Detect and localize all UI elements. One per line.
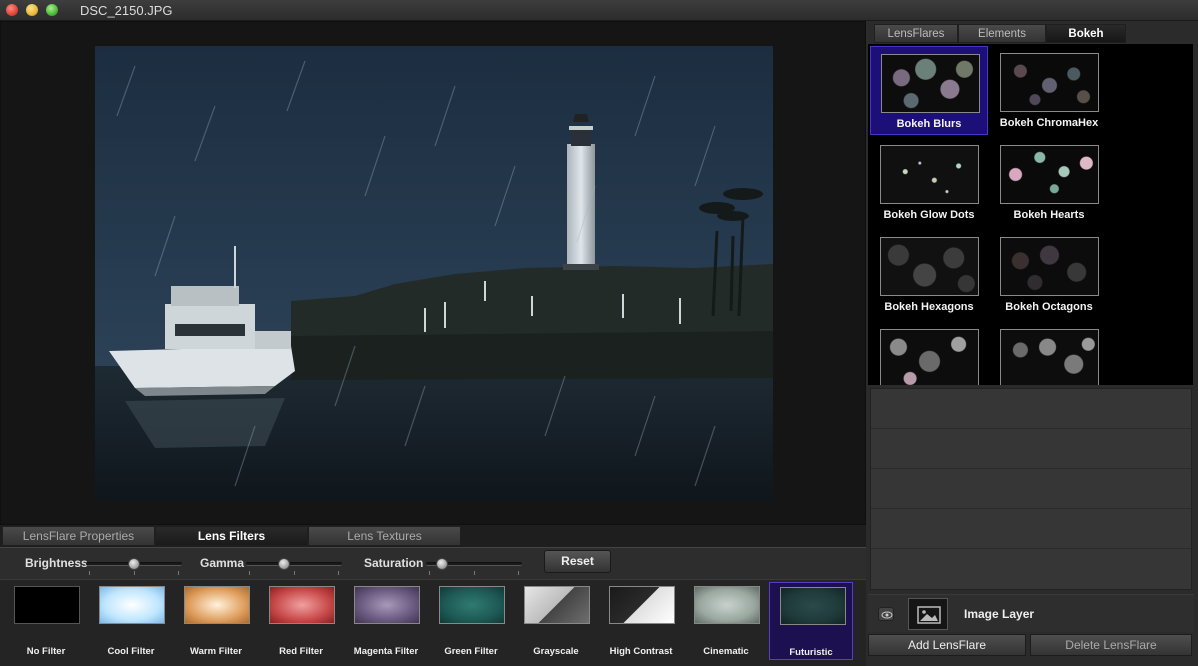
delete-lensflare-button[interactable]: Delete LensFlare — [1030, 634, 1192, 656]
layer-row-empty — [871, 389, 1191, 429]
bokeh-label: Bokeh Hexagons — [884, 301, 974, 313]
zoom-window-button[interactable] — [46, 4, 58, 16]
bokeh-thumbnail — [1000, 53, 1099, 112]
bokeh-label: Bokeh Glow Dots — [883, 209, 975, 221]
bokeh-item[interactable] — [870, 322, 988, 385]
reset-button[interactable]: Reset — [544, 550, 611, 573]
tab-lensflares[interactable]: LensFlares — [874, 24, 958, 43]
bokeh-thumbnail — [880, 145, 979, 204]
bokeh-thumbnail — [1000, 145, 1099, 204]
lens-tabs: LensFlare Properties Lens Filters Lens T… — [2, 526, 461, 546]
layer-row-empty — [871, 549, 1191, 589]
tab-lens-textures[interactable]: Lens Textures — [308, 526, 461, 546]
filter-swatch — [439, 586, 505, 624]
filter-swatch — [694, 586, 760, 624]
filter-swatch — [184, 586, 250, 624]
filter-label: Futuristic — [789, 647, 833, 658]
bokeh-label: Bokeh Blurs — [896, 118, 962, 130]
layer-row-empty — [871, 469, 1191, 509]
filter-label: Red Filter — [279, 646, 323, 657]
filter-label: Magenta Filter — [353, 646, 419, 657]
gamma-slider[interactable] — [246, 558, 342, 570]
filter-swatch — [269, 586, 335, 624]
bokeh-label: Bokeh Hearts — [1013, 209, 1085, 221]
harbor-lighthouse-photo — [95, 46, 773, 501]
saturation-slider-knob[interactable] — [436, 558, 448, 570]
filter-swatch — [99, 586, 165, 624]
filter-label: Cool Filter — [107, 646, 155, 657]
filter-strip: No Filter Cool Filter Warm Filter Red Fi… — [0, 579, 866, 666]
filter-swatch — [780, 587, 846, 625]
canvas-area — [0, 21, 866, 525]
bokeh-glow-dots-item[interactable]: Bokeh Glow Dots — [870, 138, 988, 227]
filter-high-contrast[interactable]: High Contrast — [599, 582, 683, 660]
filter-magenta[interactable]: Magenta Filter — [344, 582, 428, 660]
filter-label: Warm Filter — [190, 646, 242, 657]
bokeh-hearts-item[interactable]: Bokeh Hearts — [990, 138, 1108, 227]
layer-row-empty — [871, 509, 1191, 549]
bokeh-thumbnail — [1000, 329, 1099, 385]
bokeh-label: Bokeh ChromaHex — [999, 117, 1099, 129]
filter-label: Grayscale — [533, 646, 579, 657]
bokeh-gallery: Bokeh Blurs Bokeh ChromaHex Bokeh Glow D… — [868, 44, 1193, 385]
filter-red[interactable]: Red Filter — [259, 582, 343, 660]
brightness-label: Brightness — [25, 556, 88, 570]
visibility-eye-icon[interactable] — [878, 607, 894, 621]
tab-lensflare-properties[interactable]: LensFlare Properties — [2, 526, 155, 546]
filter-warm[interactable]: Warm Filter — [174, 582, 258, 660]
filter-label: High Contrast — [609, 646, 673, 657]
bokeh-thumbnail — [880, 237, 979, 296]
bokeh-octagons-item[interactable]: Bokeh Octagons — [990, 230, 1108, 319]
brightness-slider-knob[interactable] — [128, 558, 140, 570]
tab-elements[interactable]: Elements — [958, 24, 1046, 43]
saturation-ticks — [429, 571, 519, 575]
saturation-label: Saturation — [364, 556, 424, 570]
gamma-label: Gamma — [200, 556, 245, 570]
filter-label: Cinematic — [703, 646, 749, 657]
editor-panel: LensFlare Properties Lens Filters Lens T… — [0, 21, 866, 666]
image-layer-row[interactable]: Image Layer — [868, 594, 1194, 632]
close-window-button[interactable] — [6, 4, 18, 16]
bokeh-chromahex-item[interactable]: Bokeh ChromaHex — [990, 46, 1108, 135]
bokeh-hexagons-item[interactable]: Bokeh Hexagons — [870, 230, 988, 319]
brightness-slider[interactable] — [86, 558, 182, 570]
tab-lens-filters[interactable]: Lens Filters — [155, 526, 308, 546]
filter-green[interactable]: Green Filter — [429, 582, 513, 660]
filter-label: Green Filter — [444, 646, 498, 657]
photo-preview[interactable] — [95, 46, 773, 501]
library-tabs: LensFlares Elements Bokeh — [874, 24, 1126, 43]
layer-list[interactable] — [870, 388, 1192, 590]
image-layer-name: Image Layer — [964, 607, 1035, 621]
filter-futuristic[interactable]: Futuristic — [769, 582, 853, 660]
bokeh-thumbnail — [881, 54, 980, 113]
bokeh-item[interactable] — [990, 322, 1108, 385]
add-lensflare-button[interactable]: Add LensFlare — [868, 634, 1026, 656]
gamma-ticks — [249, 571, 339, 575]
bokeh-label: Bokeh Octagons — [1005, 301, 1093, 313]
filter-grayscale[interactable]: Grayscale — [514, 582, 598, 660]
brightness-ticks — [89, 571, 179, 575]
bokeh-blurs-item[interactable]: Bokeh Blurs — [870, 46, 988, 135]
adjustment-bar: Brightness Gamma Saturation Reset — [0, 547, 866, 579]
gamma-slider-knob[interactable] — [278, 558, 290, 570]
filter-swatch — [609, 586, 675, 624]
layer-row-empty — [871, 429, 1191, 469]
title-bar: DSC_2150.JPG — [0, 0, 1198, 21]
filter-label: No Filter — [26, 646, 66, 657]
filter-swatch — [354, 586, 420, 624]
tab-bokeh[interactable]: Bokeh — [1046, 24, 1126, 43]
bokeh-thumbnail — [880, 329, 979, 385]
saturation-slider[interactable] — [426, 558, 522, 570]
filter-cool[interactable]: Cool Filter — [89, 582, 173, 660]
minimize-window-button[interactable] — [26, 4, 38, 16]
bokeh-thumbnail — [1000, 237, 1099, 296]
image-layer-thumbnail-icon — [908, 598, 948, 630]
filter-swatch — [14, 586, 80, 624]
filter-swatch — [524, 586, 590, 624]
filter-no-filter[interactable]: No Filter — [4, 582, 88, 660]
window-title: DSC_2150.JPG — [80, 3, 173, 18]
library-panel: LensFlares Elements Bokeh Bokeh Blurs Bo… — [868, 21, 1198, 666]
filter-cinematic[interactable]: Cinematic — [684, 582, 768, 660]
